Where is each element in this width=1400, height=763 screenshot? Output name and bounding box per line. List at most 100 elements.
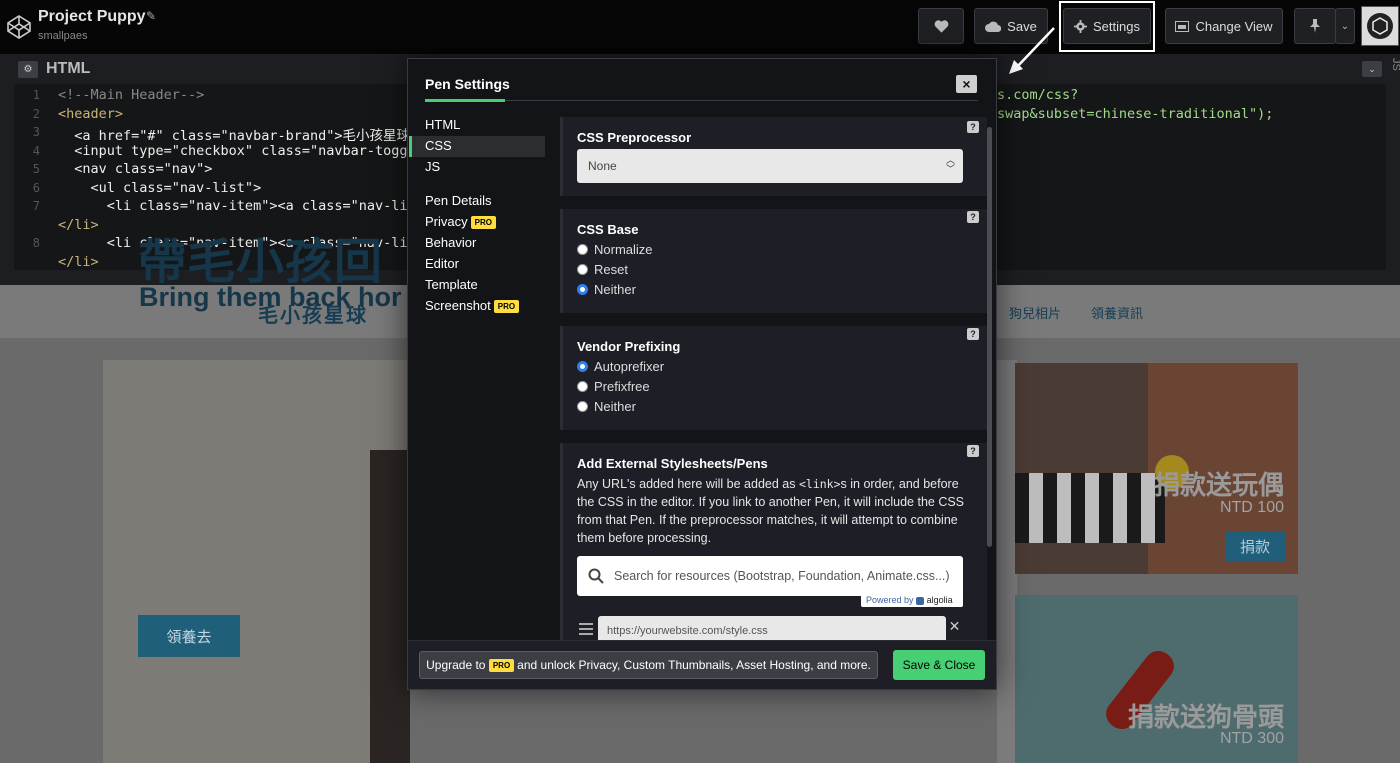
help-icon[interactable]: ? — [967, 328, 979, 340]
drag-handle-icon[interactable] — [579, 623, 593, 635]
cloud-icon — [985, 21, 1002, 32]
nav-item-screenshot[interactable]: Screenshot PRO — [425, 298, 520, 314]
radio-neither[interactable]: Neither — [577, 282, 636, 297]
url-placeholder: https://yourwebsite.com/style.css — [607, 625, 768, 637]
code-line: </li> — [58, 254, 99, 270]
modal-title-rule — [505, 100, 978, 101]
nav-item-template[interactable]: Template — [425, 277, 478, 292]
search-placeholder: Search for resources (Bootstrap, Foundat… — [614, 569, 950, 583]
code-line: <ul class="nav-list"> — [58, 180, 262, 196]
powered-by-label: Powered by — [866, 595, 914, 605]
pin-icon — [1310, 19, 1320, 33]
nav-item-behavior[interactable]: Behavior — [425, 235, 476, 250]
layout-icon — [1175, 20, 1190, 32]
line-number: 5 — [32, 162, 40, 176]
close-button[interactable]: × — [956, 75, 977, 93]
project-title[interactable]: Project Puppy — [38, 8, 146, 26]
nav-item-html[interactable]: HTML — [425, 117, 460, 132]
panel-title: Vendor Prefixing — [577, 339, 681, 354]
css-code-line: swap&subset=chinese-traditional"); — [997, 106, 1274, 122]
line-number: 3 — [32, 125, 40, 139]
nav-item-privacy[interactable]: Privacy PRO — [425, 214, 496, 230]
code-line: <li class="nav-item"><a class="nav-link" — [58, 198, 432, 214]
pin-button[interactable] — [1294, 8, 1336, 44]
link-tag-code: <link> — [798, 477, 841, 491]
preprocessor-selected: None — [588, 159, 617, 173]
preview-side-strip — [997, 360, 1017, 763]
code-line: <header> — [58, 106, 124, 122]
radio-button-selected[interactable] — [577, 361, 588, 372]
preprocessor-select[interactable]: None ︿ ﹀ — [577, 149, 963, 183]
preview-donate-button: 捐款 — [1225, 531, 1285, 561]
pro-badge: PRO — [493, 300, 520, 314]
pencil-icon[interactable]: ✎ — [146, 9, 156, 23]
radio-label: Autoprefixer — [594, 359, 665, 374]
codepen-logo-icon[interactable] — [6, 14, 32, 40]
nav-item-js[interactable]: JS — [425, 159, 440, 174]
upgrade-button[interactable]: Upgrade to PRO and unlock Privacy, Custom… — [419, 651, 878, 679]
external-description: Any URL's added here will be added as <l… — [577, 475, 972, 547]
project-username[interactable]: smallpaes — [38, 30, 88, 42]
panel-title: Add External Stylesheets/Pens — [577, 456, 768, 471]
help-icon[interactable]: ? — [967, 211, 979, 223]
stylesheet-url-input[interactable]: https://yourwebsite.com/style.css — [598, 616, 946, 640]
radio-button[interactable] — [577, 244, 588, 255]
preview-hero-subtitle: Bring them back hor — [139, 282, 402, 312]
radio-button-selected[interactable] — [577, 284, 588, 295]
external-stylesheets-panel: Add External Stylesheets/Pens ? Any URL'… — [560, 443, 987, 640]
preview-hero-dog — [370, 450, 410, 763]
radio-reset[interactable]: Reset — [577, 262, 628, 277]
radio-normalize[interactable]: Normalize — [577, 242, 653, 257]
line-number: 8 — [32, 236, 40, 250]
chevron-down-icon: ⌄ — [1340, 20, 1350, 32]
preprocessor-panel: CSS Preprocessor ? None ︿ ﹀ — [560, 117, 987, 196]
editor-settings-icon[interactable]: ⚙ — [18, 61, 38, 78]
code-line: </li> — [58, 217, 99, 233]
nav-item-pen-details[interactable]: Pen Details — [425, 193, 491, 208]
radio-label: Reset — [594, 262, 628, 277]
radio-prefixfree[interactable]: Prefixfree — [577, 379, 650, 394]
code-line: <input type="checkbox" class="navbar-tog… — [58, 143, 424, 159]
code-line: <nav class="nav"> — [58, 161, 213, 177]
change-view-button-label: Change View — [1195, 18, 1273, 34]
top-bar: Project Puppy ✎ smallpaes Save Settings … — [0, 0, 1400, 54]
vendor-prefixing-panel: Vendor Prefixing ? Autoprefixer Prefixfr… — [560, 326, 987, 430]
css-code-line: s.com/css? — [997, 87, 1079, 103]
algolia-label: algolia — [926, 595, 953, 605]
radio-neither[interactable]: Neither — [577, 399, 636, 414]
preview-card-bone: 捐款送狗骨頭 NTD 300 — [1015, 595, 1298, 763]
js-editor-label[interactable]: JS — [1390, 58, 1400, 71]
preview-card-title: 捐款送狗骨頭 — [1127, 702, 1284, 732]
panel-title: CSS Preprocessor — [577, 130, 692, 145]
preview-nav-link: 領養資訊 — [1091, 306, 1144, 321]
editor-collapse-icon[interactable]: ⌄ — [1362, 61, 1382, 77]
radio-button[interactable] — [577, 381, 588, 392]
radio-button[interactable] — [577, 264, 588, 275]
remove-url-icon[interactable]: ✕ — [946, 618, 963, 637]
nav-item-privacy-label: Privacy — [425, 214, 468, 229]
nav-item-editor[interactable]: Editor — [425, 256, 459, 271]
change-view-button[interactable]: Change View — [1165, 8, 1283, 44]
scrollbar-thumb[interactable] — [987, 127, 992, 547]
modal-footer: Upgrade to PRO and unlock Privacy, Custom… — [408, 640, 996, 689]
resource-search-input[interactable]: Search for resources (Bootstrap, Foundat… — [577, 556, 963, 596]
annotation-arrow — [1009, 27, 1055, 74]
line-number: 1 — [32, 88, 40, 102]
radio-label: Neither — [594, 399, 636, 414]
help-icon[interactable]: ? — [967, 445, 979, 457]
like-button[interactable] — [918, 8, 964, 44]
settings-content[interactable]: CSS Preprocessor ? None ︿ ﹀ CSS Base ? No… — [558, 115, 998, 640]
settings-highlight-box — [1059, 1, 1155, 52]
editor-title: HTML — [46, 60, 91, 77]
pin-dropdown-button[interactable]: ⌄ — [1335, 8, 1355, 44]
css-base-panel: CSS Base ? Normalize Reset Neither — [560, 209, 987, 313]
save-close-button[interactable]: Save & Close — [893, 650, 985, 680]
preview-card-price: NTD 100 — [1219, 499, 1284, 516]
algolia-attribution[interactable]: Powered by algolia — [861, 594, 963, 607]
radio-autoprefixer[interactable]: Autoprefixer — [577, 359, 664, 374]
radio-button[interactable] — [577, 401, 588, 412]
user-avatar[interactable] — [1361, 6, 1399, 46]
nav-item-css[interactable]: CSS — [425, 138, 452, 153]
pen-settings-modal: Pen Settings × HTML CSS JS Pen Details P… — [407, 58, 997, 690]
help-icon[interactable]: ? — [967, 121, 979, 133]
